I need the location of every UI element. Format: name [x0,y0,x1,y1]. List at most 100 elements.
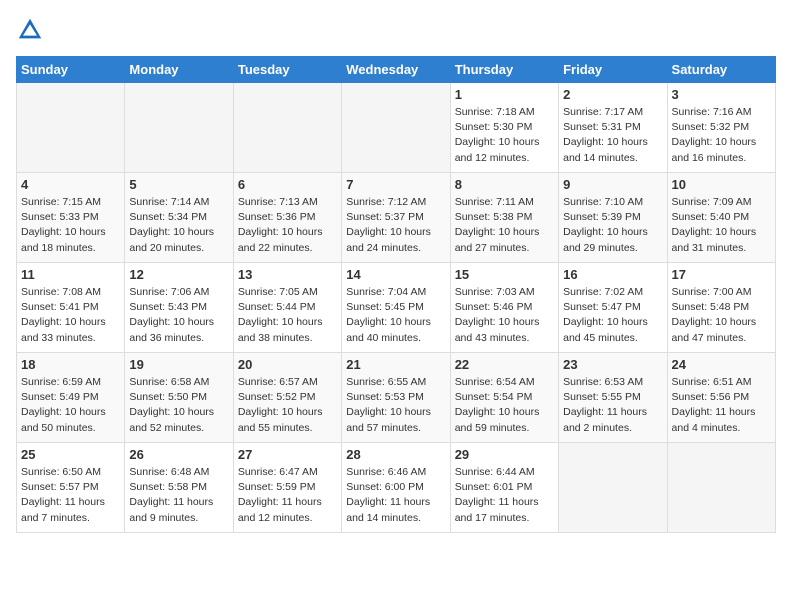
day-number: 29 [455,447,554,462]
calendar-cell: 10 Sunrise: 7:09 AM Sunset: 5:40 PM Dayli… [667,173,775,263]
calendar-cell: 13 Sunrise: 7:05 AM Sunset: 5:44 PM Dayli… [233,263,341,353]
day-number: 16 [563,267,662,282]
weekday-header: Sunday [17,57,125,83]
calendar-cell: 5 Sunrise: 7:14 AM Sunset: 5:34 PM Daylig… [125,173,233,263]
day-info: Sunrise: 7:02 AM Sunset: 5:47 PM Dayligh… [563,285,662,346]
weekday-header: Saturday [667,57,775,83]
day-number: 8 [455,177,554,192]
day-number: 22 [455,357,554,372]
weekday-header: Wednesday [342,57,450,83]
calendar-cell [125,83,233,173]
day-number: 2 [563,87,662,102]
day-info: Sunrise: 6:53 AM Sunset: 5:55 PM Dayligh… [563,375,662,436]
calendar-cell: 18Sunrise: 6:59 AM Sunset: 5:49 PM Dayli… [17,353,125,443]
calendar-cell: 29 Sunrise: 6:44 AM Sunset: 6:01 PM Dayli… [450,443,558,533]
calendar-cell: 15 Sunrise: 7:03 AM Sunset: 5:46 PM Dayli… [450,263,558,353]
weekday-header: Monday [125,57,233,83]
weekday-header: Thursday [450,57,558,83]
day-info: Sunrise: 7:08 AM Sunset: 5:41 PM Dayligh… [21,285,120,346]
day-number: 24 [672,357,771,372]
calendar-cell: 7Sunrise: 7:12 AM Sunset: 5:37 PM Daylig… [342,173,450,263]
calendar-cell: 12 Sunrise: 7:06 AM Sunset: 5:43 PM Dayli… [125,263,233,353]
day-number: 6 [238,177,337,192]
day-number: 17 [672,267,771,282]
day-info: Sunrise: 7:06 AM Sunset: 5:43 PM Dayligh… [129,285,228,346]
day-info: Sunrise: 7:09 AM Sunset: 5:40 PM Dayligh… [672,195,771,256]
calendar-cell [17,83,125,173]
calendar-cell: 28 Sunrise: 6:46 AM Sunset: 6:00 PM Dayli… [342,443,450,533]
day-number: 27 [238,447,337,462]
day-number: 15 [455,267,554,282]
day-info: Sunrise: 6:51 AM Sunset: 5:56 PM Dayligh… [672,375,771,436]
calendar-cell [342,83,450,173]
calendar-week-row: 11Sunrise: 7:08 AM Sunset: 5:41 PM Dayli… [17,263,776,353]
calendar-cell [559,443,667,533]
day-info: Sunrise: 6:55 AM Sunset: 5:53 PM Dayligh… [346,375,445,436]
day-info: Sunrise: 6:54 AM Sunset: 5:54 PM Dayligh… [455,375,554,436]
day-info: Sunrise: 7:16 AM Sunset: 5:32 PM Dayligh… [672,105,771,166]
day-number: 5 [129,177,228,192]
day-number: 21 [346,357,445,372]
calendar-cell: 23 Sunrise: 6:53 AM Sunset: 5:55 PM Dayli… [559,353,667,443]
day-info: Sunrise: 7:14 AM Sunset: 5:34 PM Dayligh… [129,195,228,256]
day-number: 20 [238,357,337,372]
calendar-cell: 8 Sunrise: 7:11 AM Sunset: 5:38 PM Daylig… [450,173,558,263]
day-info: Sunrise: 7:18 AM Sunset: 5:30 PM Dayligh… [455,105,554,166]
day-info: Sunrise: 7:13 AM Sunset: 5:36 PM Dayligh… [238,195,337,256]
day-number: 26 [129,447,228,462]
day-info: Sunrise: 6:47 AM Sunset: 5:59 PM Dayligh… [238,465,337,526]
day-info: Sunrise: 7:11 AM Sunset: 5:38 PM Dayligh… [455,195,554,256]
calendar-cell: 16 Sunrise: 7:02 AM Sunset: 5:47 PM Dayli… [559,263,667,353]
day-info: Sunrise: 6:44 AM Sunset: 6:01 PM Dayligh… [455,465,554,526]
day-info: Sunrise: 6:50 AM Sunset: 5:57 PM Dayligh… [21,465,120,526]
day-number: 19 [129,357,228,372]
day-number: 10 [672,177,771,192]
calendar-table: SundayMondayTuesdayWednesdayThursdayFrid… [16,56,776,533]
day-info: Sunrise: 7:04 AM Sunset: 5:45 PM Dayligh… [346,285,445,346]
calendar-cell: 4 Sunrise: 7:15 AM Sunset: 5:33 PM Daylig… [17,173,125,263]
day-info: Sunrise: 7:17 AM Sunset: 5:31 PM Dayligh… [563,105,662,166]
calendar-week-row: 4 Sunrise: 7:15 AM Sunset: 5:33 PM Daylig… [17,173,776,263]
day-info: Sunrise: 6:59 AM Sunset: 5:49 PM Dayligh… [21,375,120,436]
calendar-cell: 20 Sunrise: 6:57 AM Sunset: 5:52 PM Dayli… [233,353,341,443]
calendar-cell: 2 Sunrise: 7:17 AM Sunset: 5:31 PM Daylig… [559,83,667,173]
calendar-header: SundayMondayTuesdayWednesdayThursdayFrid… [17,57,776,83]
day-number: 3 [672,87,771,102]
calendar-cell: 27 Sunrise: 6:47 AM Sunset: 5:59 PM Dayli… [233,443,341,533]
calendar-cell: 17 Sunrise: 7:00 AM Sunset: 5:48 PM Dayli… [667,263,775,353]
calendar-cell: 9Sunrise: 7:10 AM Sunset: 5:39 PM Daylig… [559,173,667,263]
day-info: Sunrise: 7:03 AM Sunset: 5:46 PM Dayligh… [455,285,554,346]
day-info: Sunrise: 7:10 AM Sunset: 5:39 PM Dayligh… [563,195,662,256]
calendar-cell [233,83,341,173]
day-info: Sunrise: 7:15 AM Sunset: 5:33 PM Dayligh… [21,195,120,256]
logo [16,16,48,44]
day-number: 28 [346,447,445,462]
calendar-week-row: 1 Sunrise: 7:18 AM Sunset: 5:30 PM Daylig… [17,83,776,173]
calendar-cell: 1 Sunrise: 7:18 AM Sunset: 5:30 PM Daylig… [450,83,558,173]
day-info: Sunrise: 7:12 AM Sunset: 5:37 PM Dayligh… [346,195,445,256]
calendar-cell: 26 Sunrise: 6:48 AM Sunset: 5:58 PM Dayli… [125,443,233,533]
day-number: 12 [129,267,228,282]
calendar-cell [667,443,775,533]
calendar-cell: 3 Sunrise: 7:16 AM Sunset: 5:32 PM Daylig… [667,83,775,173]
calendar-cell: 24 Sunrise: 6:51 AM Sunset: 5:56 PM Dayli… [667,353,775,443]
day-info: Sunrise: 6:57 AM Sunset: 5:52 PM Dayligh… [238,375,337,436]
day-number: 4 [21,177,120,192]
day-number: 23 [563,357,662,372]
day-info: Sunrise: 6:58 AM Sunset: 5:50 PM Dayligh… [129,375,228,436]
calendar-cell: 14Sunrise: 7:04 AM Sunset: 5:45 PM Dayli… [342,263,450,353]
calendar-week-row: 18Sunrise: 6:59 AM Sunset: 5:49 PM Dayli… [17,353,776,443]
calendar-cell: 6 Sunrise: 7:13 AM Sunset: 5:36 PM Daylig… [233,173,341,263]
day-info: Sunrise: 6:46 AM Sunset: 6:00 PM Dayligh… [346,465,445,526]
calendar-cell: 22 Sunrise: 6:54 AM Sunset: 5:54 PM Dayli… [450,353,558,443]
day-info: Sunrise: 7:05 AM Sunset: 5:44 PM Dayligh… [238,285,337,346]
day-number: 13 [238,267,337,282]
calendar-week-row: 25Sunrise: 6:50 AM Sunset: 5:57 PM Dayli… [17,443,776,533]
calendar-cell: 11Sunrise: 7:08 AM Sunset: 5:41 PM Dayli… [17,263,125,353]
day-number: 1 [455,87,554,102]
weekday-header: Tuesday [233,57,341,83]
day-info: Sunrise: 7:00 AM Sunset: 5:48 PM Dayligh… [672,285,771,346]
page-header [16,16,776,44]
calendar-cell: 19 Sunrise: 6:58 AM Sunset: 5:50 PM Dayli… [125,353,233,443]
day-info: Sunrise: 6:48 AM Sunset: 5:58 PM Dayligh… [129,465,228,526]
